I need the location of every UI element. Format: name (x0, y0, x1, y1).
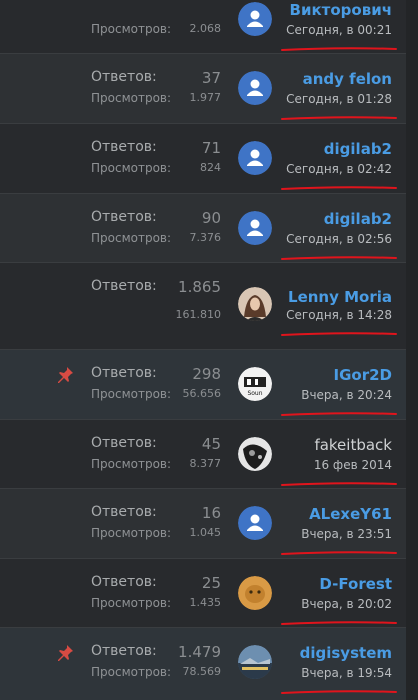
replies-count: 1.479 (178, 643, 221, 661)
landscape-avatar[interactable] (238, 645, 272, 679)
last-poster-link[interactable]: fakeitback (314, 436, 392, 454)
thread-row[interactable]: Ответов: 45 Просмотров: 8.377 fakeitback 16 ф… (0, 419, 406, 488)
last-poster-link[interactable]: digilab2 (324, 210, 392, 228)
replies-label: Ответов: (91, 278, 157, 294)
last-post-date[interactable]: Сегодня, в 01:28 (286, 92, 392, 106)
views-label: Просмотров: (91, 596, 172, 610)
replies-label: Ответов: (91, 643, 157, 659)
replies-label: Ответов: (91, 69, 157, 85)
views-count: 2.068 (189, 22, 222, 35)
views-label: Просмотров: (91, 231, 172, 245)
last-poster-link[interactable]: digilab2 (324, 140, 392, 158)
thread-row[interactable]: Ответов: 1.479 Просмотров: 78.569 digisystem… (0, 627, 406, 700)
red-underline-mark (280, 681, 398, 700)
replies-label: Ответов: (91, 209, 157, 225)
replies-count: 298 (192, 365, 221, 383)
default-avatar-icon[interactable] (238, 141, 272, 175)
views-label: Просмотров: (91, 665, 172, 679)
cat-avatar[interactable] (238, 576, 272, 610)
views-label: Просмотров: (91, 91, 172, 105)
default-avatar-icon[interactable] (238, 211, 272, 245)
views-count: 78.569 (182, 665, 222, 678)
last-post-date[interactable]: Вчера, в 19:54 (301, 666, 392, 680)
replies-label: Ответов: (91, 139, 157, 155)
last-post-date[interactable]: Сегодня, в 02:42 (286, 162, 392, 176)
last-poster-link[interactable]: andy felon (303, 70, 392, 88)
views-label: Просмотров: (91, 457, 172, 471)
replies-label: Ответов: (91, 365, 157, 381)
replies-count: 71 (201, 139, 221, 157)
sound-logo-avatar[interactable]: Soun (238, 367, 272, 401)
red-underline-mark (280, 323, 398, 342)
replies-count: 16 (201, 504, 221, 522)
views-count: 161.810 (175, 308, 222, 321)
replies-count: 90 (201, 209, 221, 227)
views-label: Просмотров: (91, 526, 172, 540)
thread-row[interactable]: Ответов: 37 Просмотров: 1.977 andy felon Сего… (0, 53, 406, 123)
replies-label: Ответов: (91, 504, 157, 520)
views-label: Просмотров: (91, 22, 172, 36)
svg-text:Soun: Soun (247, 390, 262, 397)
thread-row[interactable]: Ответов: 90 Просмотров: 7.376 digilab2 Сегодн… (0, 193, 406, 262)
views-count: 1.977 (189, 91, 222, 104)
views-count: 8.377 (189, 457, 222, 470)
last-poster-link[interactable]: D-Forest (319, 575, 392, 593)
last-post-date[interactable]: Вчера, в 20:24 (301, 388, 392, 402)
last-poster-link[interactable]: Викторович (290, 1, 392, 19)
thread-row[interactable]: Ответов: 71 Просмотров: 824 digilab2 Сегодня,… (0, 123, 406, 193)
replies-count: 45 (201, 435, 221, 453)
default-avatar-icon[interactable] (238, 71, 272, 105)
last-poster-link[interactable]: IGor2D (334, 366, 392, 384)
replies-count: 1.865 (178, 278, 221, 296)
views-count: 1.045 (189, 526, 222, 539)
last-post-date[interactable]: Сегодня, в 14:28 (286, 308, 392, 322)
last-post-date[interactable]: 16 фев 2014 (314, 458, 392, 472)
last-post-date[interactable]: Вчера, в 23:51 (301, 527, 392, 541)
views-count: 56.656 (182, 387, 222, 400)
last-poster-link[interactable]: Lenny Moria (288, 288, 392, 306)
views-label: Просмотров: (91, 161, 172, 175)
last-post-date[interactable]: Сегодня, в 00:21 (286, 23, 392, 37)
replies-label: Ответов: (91, 574, 157, 590)
views-count: 7.376 (189, 231, 222, 244)
right-edge (406, 0, 418, 700)
pin-icon (55, 643, 75, 663)
last-poster-link[interactable]: ALexeY61 (309, 505, 392, 523)
bw-photo-avatar[interactable] (238, 437, 272, 471)
replies-label: Ответов: (91, 435, 157, 451)
last-post-date[interactable]: Вчера, в 20:02 (301, 597, 392, 611)
views-label: Просмотров: (91, 387, 172, 401)
thread-row[interactable]: Ответов: 25 Просмотров: 1.435 D-Forest Вчера,… (0, 558, 406, 627)
pin-icon (55, 365, 75, 385)
default-avatar-icon[interactable] (238, 2, 272, 36)
thread-row[interactable]: Ответов: 16 Просмотров: 1.045 ALexeY61 Вчера,… (0, 488, 406, 558)
last-post-date[interactable]: Сегодня, в 02:56 (286, 232, 392, 246)
thread-row[interactable]: Просмотров: 2.068 Викторович Сегодня, в 00:… (0, 0, 406, 53)
views-count: 1.435 (189, 596, 222, 609)
default-avatar-icon[interactable] (238, 506, 272, 540)
portrait-avatar[interactable] (238, 287, 272, 321)
last-poster-link[interactable]: digisystem (300, 644, 392, 662)
thread-row[interactable]: Ответов: 298 Просмотров: 56.656 Soun IGor2D Вч… (0, 349, 406, 419)
thread-row[interactable]: Ответов: 1.865 161.810 Lenny Moria Сегодня, … (0, 262, 406, 349)
views-count: 824 (200, 161, 221, 174)
replies-count: 25 (201, 574, 221, 592)
replies-count: 37 (201, 69, 221, 87)
